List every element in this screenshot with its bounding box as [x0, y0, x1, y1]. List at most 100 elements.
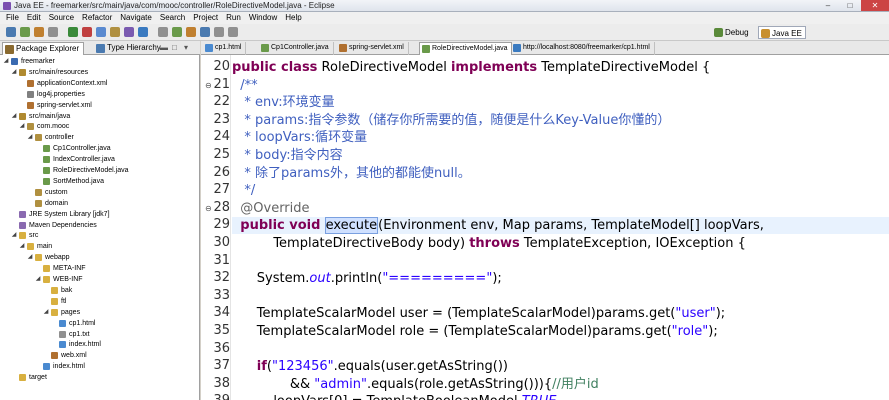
menu-project[interactable]: Project	[189, 12, 222, 24]
code-line[interactable]: if("123456".equals(user.getAsString())	[232, 358, 889, 375]
code-line[interactable]: TemplateScalarModel role = (TemplateScal…	[232, 323, 889, 340]
menu-source[interactable]: Source	[45, 12, 78, 24]
code-line[interactable]: * env:环境变量	[232, 94, 889, 111]
code-line[interactable]: /**	[232, 77, 889, 94]
expand-down-icon[interactable]: ◢	[11, 230, 17, 241]
tree-item[interactable]: index.html	[0, 339, 199, 350]
expand-down-icon[interactable]: ◢	[19, 241, 25, 252]
editor-tab[interactable]: http://localhost:8080/freemarker/cp1.htm…	[511, 42, 655, 55]
menu-refactor[interactable]: Refactor	[78, 12, 116, 24]
expand-down-icon[interactable]: ◢	[43, 307, 49, 318]
forward-icon[interactable]	[228, 27, 238, 37]
annotation-icon[interactable]	[186, 27, 196, 37]
menu-window[interactable]: Window	[245, 12, 281, 24]
code-line[interactable]: TemplateScalarModel user = (TemplateScal…	[232, 305, 889, 322]
code-line[interactable]	[232, 288, 889, 305]
close-button[interactable]: ✕	[861, 0, 889, 11]
toolbox-icon[interactable]	[48, 27, 58, 37]
tree-item[interactable]: IndexController.java	[0, 154, 199, 165]
tree-item[interactable]: spring-servlet.xml	[0, 100, 199, 111]
next-annotation-icon[interactable]	[200, 27, 210, 37]
tree-item[interactable]: ◢ main	[0, 241, 199, 252]
perspective-debug[interactable]: Debug	[712, 26, 752, 39]
tree-item[interactable]: RoleDirectiveModel.java	[0, 165, 199, 176]
tree-item[interactable]: ◢ src/main/java	[0, 111, 199, 122]
tree-item[interactable]: applicationContext.xml	[0, 78, 199, 89]
tree-item[interactable]: ◢ freemarker	[0, 56, 199, 67]
tree-item[interactable]: ◢ webapp	[0, 252, 199, 263]
open-type-icon[interactable]	[158, 27, 168, 37]
view-menu-icon[interactable]: ▾	[184, 43, 188, 53]
expand-down-icon[interactable]: ◢	[11, 67, 17, 78]
tree-item[interactable]: index.html	[0, 361, 199, 372]
tree-item[interactable]: Maven Dependencies	[0, 220, 199, 231]
editor-tab[interactable]: Cp1Controller.java	[259, 42, 334, 55]
new-java-project-icon[interactable]	[110, 27, 120, 37]
tree-item[interactable]: ◢ pages	[0, 307, 199, 318]
tree-item[interactable]: ftl	[0, 296, 199, 307]
expand-down-icon[interactable]: ◢	[35, 274, 41, 285]
code-line[interactable]: TemplateDirectiveBody body) throws Templ…	[232, 235, 889, 252]
menu-edit[interactable]: Edit	[23, 12, 45, 24]
maximize-view-icon[interactable]: □	[172, 43, 177, 53]
code-line[interactable]: * params:指令参数（储存你所需要的值，随便是什么Key-Value你懂的…	[232, 112, 889, 129]
new-class-icon[interactable]	[138, 27, 148, 37]
perspective-java-ee[interactable]: Java EE	[758, 26, 806, 39]
editor-tab[interactable]: cp1.html	[203, 42, 247, 55]
fold-toggle-icon[interactable]: ⊖	[205, 204, 213, 213]
tree-item[interactable]: ◢ src/main/resources	[0, 67, 199, 78]
code-line[interactable]: public void execute(Environment env, Map…	[232, 217, 889, 235]
tree-item[interactable]: web.xml	[0, 350, 199, 361]
tree-item[interactable]: SortMethod.java	[0, 176, 199, 187]
external-tools-icon[interactable]	[96, 27, 106, 37]
expand-down-icon[interactable]: ◢	[19, 121, 25, 132]
editor-tab[interactable]: spring-servlet.xml	[337, 42, 409, 55]
maximize-button[interactable]: □	[839, 0, 861, 11]
debug-run-icon[interactable]	[68, 27, 78, 37]
tree-item[interactable]: cp1.html	[0, 318, 199, 329]
code-line[interactable]: System.out.println("=========");	[232, 270, 889, 287]
tree-item[interactable]: domain	[0, 198, 199, 209]
tree-item[interactable]: target	[0, 372, 199, 383]
tree-item[interactable]: custom	[0, 187, 199, 198]
code-editor[interactable]: 20 21 ⊖ 22 23 24 25 26 27 28 ⊖ 29 30 31 32 33 34 35 36 37 38…	[201, 55, 889, 400]
tab-package-explorer[interactable]: Package Explorer	[2, 42, 85, 55]
menu-navigate[interactable]: Navigate	[116, 12, 156, 24]
expand-down-icon[interactable]: ◢	[27, 252, 33, 263]
code-line[interactable]: @Override	[232, 200, 889, 217]
minimize-button[interactable]: –	[817, 0, 839, 11]
code-line[interactable]	[232, 341, 889, 358]
tree-item[interactable]: JRE System Library [jdk7]	[0, 209, 199, 220]
tree-item[interactable]: ◢ src	[0, 230, 199, 241]
new-package-icon[interactable]	[124, 27, 134, 37]
tree-item[interactable]: cp1.txt	[0, 329, 199, 340]
code-line[interactable]: */	[232, 182, 889, 199]
tree-item[interactable]: bak	[0, 285, 199, 296]
tab-type-hierarchy[interactable]: Type Hierarchy	[94, 42, 165, 55]
expand-down-icon[interactable]: ◢	[27, 132, 33, 143]
run-icon[interactable]	[82, 27, 92, 37]
new-icon[interactable]	[6, 27, 16, 37]
menu-run[interactable]: Run	[222, 12, 245, 24]
tree-item[interactable]: Cp1Controller.java	[0, 143, 199, 154]
expand-down-icon[interactable]: ◢	[3, 56, 9, 67]
code-line[interactable]: * loopVars:循环变量	[232, 129, 889, 146]
code-line[interactable]: public class RoleDirectiveModel implemen…	[232, 59, 889, 76]
tree-item[interactable]: ◢ controller	[0, 132, 199, 143]
save-icon[interactable]	[20, 27, 30, 37]
print-icon[interactable]	[34, 27, 44, 37]
tree-item[interactable]: ◢ WEB-INF	[0, 274, 199, 285]
code-line[interactable]: loopVars[0] = TemplateBooleanModel.TRUE	[232, 393, 889, 400]
tree-item[interactable]: log4j.properties	[0, 89, 199, 100]
menu-file[interactable]: File	[2, 12, 23, 24]
tree-item[interactable]: ◢ com.mooc	[0, 121, 199, 132]
tree-item[interactable]: META-INF	[0, 263, 199, 274]
back-icon[interactable]	[214, 27, 224, 37]
menu-help[interactable]: Help	[281, 12, 305, 24]
search-icon[interactable]	[172, 27, 182, 37]
fold-toggle-icon[interactable]: ⊖	[205, 81, 213, 90]
code-line[interactable]	[232, 253, 889, 270]
code-line[interactable]: && "admin".equals(role.getAsString())){/…	[232, 376, 889, 393]
expand-down-icon[interactable]: ◢	[11, 111, 17, 122]
editor-tab[interactable]: RoleDirectiveModel.java	[419, 42, 513, 55]
